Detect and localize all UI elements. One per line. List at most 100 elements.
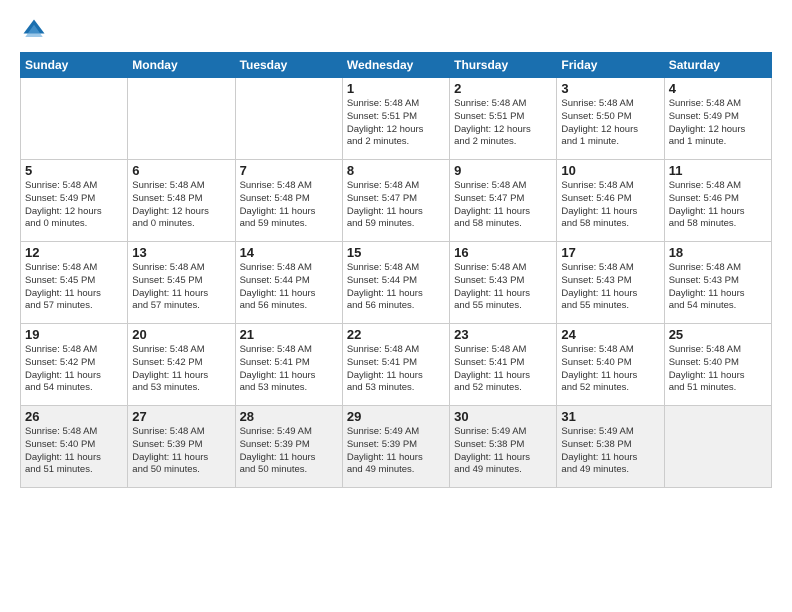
day-number: 19 (25, 327, 123, 342)
day-info: Sunrise: 5:48 AM Sunset: 5:49 PM Dayligh… (669, 98, 767, 149)
calendar-cell: 9Sunrise: 5:48 AM Sunset: 5:47 PM Daylig… (450, 160, 557, 242)
day-number: 15 (347, 245, 445, 260)
calendar-cell: 7Sunrise: 5:48 AM Sunset: 5:48 PM Daylig… (235, 160, 342, 242)
calendar-cell: 2Sunrise: 5:48 AM Sunset: 5:51 PM Daylig… (450, 78, 557, 160)
day-number: 28 (240, 409, 338, 424)
day-info: Sunrise: 5:48 AM Sunset: 5:41 PM Dayligh… (240, 344, 338, 395)
day-number: 4 (669, 81, 767, 96)
calendar-cell: 27 Sunrise: 5:48 AM Sunset: 5:39 PM Dayli… (128, 406, 235, 488)
day-number: 1 (347, 81, 445, 96)
day-info: Sunrise: 5:48 AM Sunset: 5:44 PM Dayligh… (240, 262, 338, 313)
calendar-cell: 23 Sunrise: 5:48 AM Sunset: 5:41 PM Dayli… (450, 324, 557, 406)
day-info: Sunrise: 5:48 AM Sunset: 5:48 PM Dayligh… (132, 180, 230, 231)
day-info: Sunrise: 5:48 AM Sunset: 5:39 PM Dayligh… (132, 426, 230, 477)
day-number: 27 (132, 409, 230, 424)
week-row-2: 12 Sunrise: 5:48 AM Sunset: 5:45 PM Dayli… (21, 242, 772, 324)
day-header-tuesday: Tuesday (235, 53, 342, 78)
day-info: Sunrise: 5:49 AM Sunset: 5:39 PM Dayligh… (347, 426, 445, 477)
day-header-saturday: Saturday (664, 53, 771, 78)
day-header-thursday: Thursday (450, 53, 557, 78)
day-number: 31 (561, 409, 659, 424)
day-header-friday: Friday (557, 53, 664, 78)
calendar-cell: 11 Sunrise: 5:48 AM Sunset: 5:46 PM Dayli… (664, 160, 771, 242)
day-info: Sunrise: 5:48 AM Sunset: 5:41 PM Dayligh… (454, 344, 552, 395)
day-info: Sunrise: 5:48 AM Sunset: 5:46 PM Dayligh… (669, 180, 767, 231)
calendar-cell: 10 Sunrise: 5:48 AM Sunset: 5:46 PM Dayli… (557, 160, 664, 242)
day-info: Sunrise: 5:48 AM Sunset: 5:43 PM Dayligh… (561, 262, 659, 313)
day-header-sunday: Sunday (21, 53, 128, 78)
calendar-cell: 1Sunrise: 5:48 AM Sunset: 5:51 PM Daylig… (342, 78, 449, 160)
day-info: Sunrise: 5:48 AM Sunset: 5:43 PM Dayligh… (454, 262, 552, 313)
calendar-cell: 31 Sunrise: 5:49 AM Sunset: 5:38 PM Dayli… (557, 406, 664, 488)
day-info: Sunrise: 5:48 AM Sunset: 5:42 PM Dayligh… (25, 344, 123, 395)
logo-icon (20, 16, 48, 44)
day-info: Sunrise: 5:49 AM Sunset: 5:38 PM Dayligh… (561, 426, 659, 477)
calendar-cell: 13 Sunrise: 5:48 AM Sunset: 5:45 PM Dayli… (128, 242, 235, 324)
calendar-cell: 30 Sunrise: 5:49 AM Sunset: 5:38 PM Dayli… (450, 406, 557, 488)
day-number: 21 (240, 327, 338, 342)
day-info: Sunrise: 5:48 AM Sunset: 5:42 PM Dayligh… (132, 344, 230, 395)
day-info: Sunrise: 5:48 AM Sunset: 5:50 PM Dayligh… (561, 98, 659, 149)
day-number: 17 (561, 245, 659, 260)
calendar-cell: 22Sunrise: 5:48 AM Sunset: 5:41 PM Dayli… (342, 324, 449, 406)
day-number: 25 (669, 327, 767, 342)
calendar-cell: 19 Sunrise: 5:48 AM Sunset: 5:42 PM Dayli… (21, 324, 128, 406)
calendar-cell: 5Sunrise: 5:48 AM Sunset: 5:49 PM Daylig… (21, 160, 128, 242)
day-info: Sunrise: 5:48 AM Sunset: 5:41 PM Dayligh… (347, 344, 445, 395)
calendar-cell: 26Sunrise: 5:48 AM Sunset: 5:40 PM Dayli… (21, 406, 128, 488)
calendar-cell (664, 406, 771, 488)
week-row-0: 1 Sunrise: 5:48 AM Sunset: 5:51 PM Daylig… (21, 78, 772, 160)
week-row-4: 26Sunrise: 5:48 AM Sunset: 5:40 PM Dayli… (21, 406, 772, 488)
calendar-cell: 21 Sunrise: 5:48 AM Sunset: 5:41 PM Dayli… (235, 324, 342, 406)
day-info: Sunrise: 5:48 AM Sunset: 5:51 PM Dayligh… (454, 98, 552, 149)
calendar-cell (235, 78, 342, 160)
day-number: 5 (25, 163, 123, 178)
calendar-cell: 17 Sunrise: 5:48 AM Sunset: 5:43 PM Dayli… (557, 242, 664, 324)
day-info: Sunrise: 5:48 AM Sunset: 5:40 PM Dayligh… (561, 344, 659, 395)
day-info: Sunrise: 5:48 AM Sunset: 5:40 PM Dayligh… (25, 426, 123, 477)
calendar-cell: 4 Sunrise: 5:48 AM Sunset: 5:49 PM Daylig… (664, 78, 771, 160)
day-number: 13 (132, 245, 230, 260)
calendar-cell: 8 Sunrise: 5:48 AM Sunset: 5:47 PM Daylig… (342, 160, 449, 242)
day-number: 11 (669, 163, 767, 178)
day-info: Sunrise: 5:48 AM Sunset: 5:45 PM Dayligh… (25, 262, 123, 313)
day-number: 20 (132, 327, 230, 342)
calendar-cell: 18 Sunrise: 5:48 AM Sunset: 5:43 PM Dayli… (664, 242, 771, 324)
day-info: Sunrise: 5:48 AM Sunset: 5:45 PM Dayligh… (132, 262, 230, 313)
calendar-cell: 12 Sunrise: 5:48 AM Sunset: 5:45 PM Dayli… (21, 242, 128, 324)
logo (20, 16, 52, 44)
calendar-cell: 15 Sunrise: 5:48 AM Sunset: 5:44 PM Dayli… (342, 242, 449, 324)
day-number: 23 (454, 327, 552, 342)
day-info: Sunrise: 5:49 AM Sunset: 5:38 PM Dayligh… (454, 426, 552, 477)
day-info: Sunrise: 5:49 AM Sunset: 5:39 PM Dayligh… (240, 426, 338, 477)
day-number: 10 (561, 163, 659, 178)
day-header-monday: Monday (128, 53, 235, 78)
day-number: 12 (25, 245, 123, 260)
day-number: 8 (347, 163, 445, 178)
calendar-cell: 3 Sunrise: 5:48 AM Sunset: 5:50 PM Daylig… (557, 78, 664, 160)
day-info: Sunrise: 5:48 AM Sunset: 5:47 PM Dayligh… (347, 180, 445, 231)
calendar-cell: 28 Sunrise: 5:49 AM Sunset: 5:39 PM Dayli… (235, 406, 342, 488)
calendar-cell: 29Sunrise: 5:49 AM Sunset: 5:39 PM Dayli… (342, 406, 449, 488)
day-info: Sunrise: 5:48 AM Sunset: 5:43 PM Dayligh… (669, 262, 767, 313)
day-info: Sunrise: 5:48 AM Sunset: 5:48 PM Dayligh… (240, 180, 338, 231)
day-info: Sunrise: 5:48 AM Sunset: 5:46 PM Dayligh… (561, 180, 659, 231)
week-row-1: 5Sunrise: 5:48 AM Sunset: 5:49 PM Daylig… (21, 160, 772, 242)
day-number: 18 (669, 245, 767, 260)
day-number: 24 (561, 327, 659, 342)
day-number: 3 (561, 81, 659, 96)
day-info: Sunrise: 5:48 AM Sunset: 5:40 PM Dayligh… (669, 344, 767, 395)
day-number: 14 (240, 245, 338, 260)
day-info: Sunrise: 5:48 AM Sunset: 5:44 PM Dayligh… (347, 262, 445, 313)
calendar-cell: 24 Sunrise: 5:48 AM Sunset: 5:40 PM Dayli… (557, 324, 664, 406)
day-header-wednesday: Wednesday (342, 53, 449, 78)
week-row-3: 19 Sunrise: 5:48 AM Sunset: 5:42 PM Dayli… (21, 324, 772, 406)
calendar-cell: 25 Sunrise: 5:48 AM Sunset: 5:40 PM Dayli… (664, 324, 771, 406)
calendar-cell: 14 Sunrise: 5:48 AM Sunset: 5:44 PM Dayli… (235, 242, 342, 324)
day-number: 6 (132, 163, 230, 178)
day-number: 30 (454, 409, 552, 424)
header (20, 16, 772, 44)
header-row: SundayMondayTuesdayWednesdayThursdayFrid… (21, 53, 772, 78)
day-info: Sunrise: 5:48 AM Sunset: 5:47 PM Dayligh… (454, 180, 552, 231)
calendar-cell: 20 Sunrise: 5:48 AM Sunset: 5:42 PM Dayli… (128, 324, 235, 406)
